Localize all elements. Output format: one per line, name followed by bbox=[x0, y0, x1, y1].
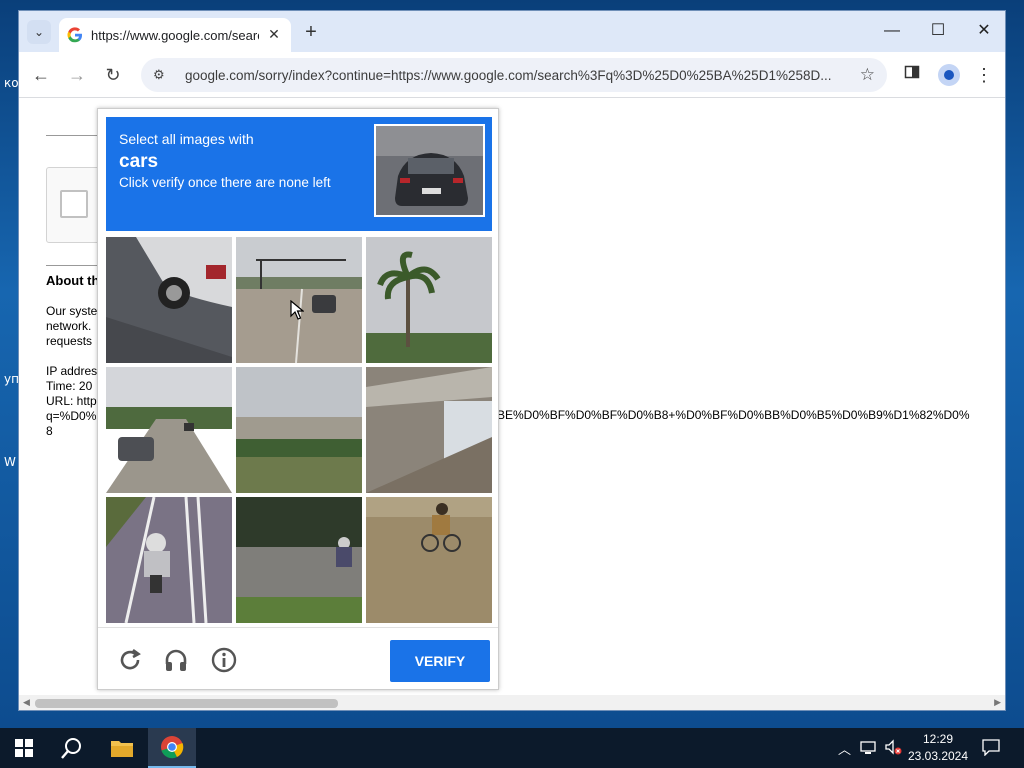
horizontal-scrollbar[interactable]: ◀ ▶ bbox=[19, 695, 1005, 710]
desktop-icon-label[interactable]: уп bbox=[4, 372, 19, 386]
file-explorer-button[interactable] bbox=[98, 728, 146, 768]
paragraph-line: network. bbox=[46, 319, 92, 333]
menu-kebab-icon[interactable]: ⋮ bbox=[973, 64, 995, 86]
search-icon bbox=[61, 738, 81, 759]
clock-date: 23.03.2024 bbox=[907, 749, 969, 763]
challenge-footer: VERIFY bbox=[98, 627, 498, 691]
verify-button[interactable]: VERIFY bbox=[390, 640, 490, 682]
network-icon[interactable] bbox=[860, 739, 876, 758]
image-grid bbox=[106, 237, 492, 623]
challenge-hint: Click verify once there are none left bbox=[119, 175, 331, 190]
paragraph-line: Our syste bbox=[46, 304, 98, 318]
scroll-right-icon[interactable]: ▶ bbox=[994, 697, 1001, 708]
taskbar: ︿ 12:29 23.03.2024 bbox=[0, 728, 1024, 768]
profile-avatar-icon[interactable] bbox=[938, 64, 960, 86]
tile-palm-tree[interactable] bbox=[366, 237, 492, 363]
maximize-button[interactable]: ☐ bbox=[926, 19, 950, 43]
tab-strip: ⌄ https://www.google.com/search ✕ + — ☐ … bbox=[19, 11, 1005, 52]
chevron-up-icon[interactable]: ︿ bbox=[838, 739, 851, 758]
new-tab-button[interactable]: + bbox=[301, 21, 321, 44]
tile-grass-road[interactable] bbox=[236, 367, 362, 493]
sample-car-image bbox=[374, 124, 485, 217]
address-bar[interactable]: ⚙ google.com/sorry/index?continue=https:… bbox=[141, 58, 887, 92]
chrome-taskbar-button[interactable] bbox=[148, 728, 196, 768]
challenge-target: cars bbox=[119, 151, 159, 172]
desktop-icon-label[interactable]: W bbox=[4, 455, 16, 469]
time-line: Time: 20 bbox=[46, 379, 93, 393]
forward-button[interactable]: → bbox=[64, 62, 90, 88]
info-icon[interactable] bbox=[210, 646, 238, 674]
paragraph-line: requests bbox=[46, 334, 93, 348]
start-button[interactable] bbox=[0, 728, 48, 768]
minimize-button[interactable]: — bbox=[880, 19, 904, 43]
recaptcha-challenge: Select all images with cars Click verify… bbox=[97, 108, 499, 690]
ip-address-line: IP addres bbox=[46, 364, 98, 378]
query-line: q=%D0% bbox=[46, 409, 97, 423]
google-favicon-icon bbox=[67, 27, 83, 43]
volume-muted-icon[interactable] bbox=[884, 739, 902, 758]
search-button[interactable] bbox=[48, 728, 96, 768]
browser-tab[interactable]: https://www.google.com/search ✕ bbox=[59, 18, 291, 52]
tab-title: https://www.google.com/search bbox=[91, 27, 259, 43]
mouse-cursor-icon bbox=[290, 299, 305, 325]
tile-road-car-2[interactable] bbox=[106, 367, 232, 493]
reload-challenge-icon[interactable] bbox=[116, 646, 144, 674]
tile-cyclist[interactable] bbox=[366, 497, 492, 623]
scroll-left-icon[interactable]: ◀ bbox=[23, 697, 30, 708]
challenge-header: Select all images with cars Click verify… bbox=[106, 117, 492, 231]
windows-logo-icon bbox=[15, 739, 33, 757]
notifications-icon[interactable] bbox=[982, 738, 1000, 759]
tile-scooter[interactable] bbox=[236, 497, 362, 623]
close-tab-icon[interactable]: ✕ bbox=[265, 26, 283, 43]
back-button[interactable]: ← bbox=[28, 62, 54, 88]
audio-challenge-icon[interactable] bbox=[162, 646, 190, 674]
scrollbar-thumb[interactable] bbox=[35, 699, 338, 708]
side-panel-icon[interactable] bbox=[901, 64, 923, 86]
clock[interactable]: 12:29 23.03.2024 bbox=[906, 731, 970, 765]
browser-toolbar: ← → ↻ ⚙ google.com/sorry/index?continue=… bbox=[19, 52, 1005, 98]
challenge-instruction: Select all images with bbox=[119, 131, 254, 147]
chevron-down-icon: ⌄ bbox=[33, 25, 45, 39]
url-text: google.com/sorry/index?continue=https://… bbox=[185, 67, 832, 83]
long-url-text: BE%D0%BF%D0%BF%D0%B8+%D0%BF%D0%BB%D0%B5%… bbox=[497, 408, 970, 422]
url-line: URL: http bbox=[46, 394, 97, 408]
folder-icon bbox=[111, 741, 133, 757]
desktop-icon-label[interactable]: ко bbox=[4, 76, 19, 90]
number-line: 8 bbox=[46, 424, 53, 438]
tile-motorcycle[interactable] bbox=[106, 497, 232, 623]
tile-truck[interactable] bbox=[106, 237, 232, 363]
reload-button[interactable]: ↻ bbox=[100, 62, 126, 88]
clock-time: 12:29 bbox=[922, 732, 954, 746]
recaptcha-checkbox[interactable] bbox=[60, 190, 88, 218]
site-info-icon[interactable]: ⚙ bbox=[153, 67, 171, 83]
close-window-button[interactable]: ✕ bbox=[972, 19, 996, 43]
tab-search-button[interactable]: ⌄ bbox=[27, 20, 51, 44]
bookmark-star-icon[interactable]: ☆ bbox=[860, 65, 875, 85]
chrome-icon bbox=[161, 736, 184, 759]
about-heading: About th bbox=[46, 273, 100, 288]
tile-bridge[interactable] bbox=[366, 367, 492, 493]
